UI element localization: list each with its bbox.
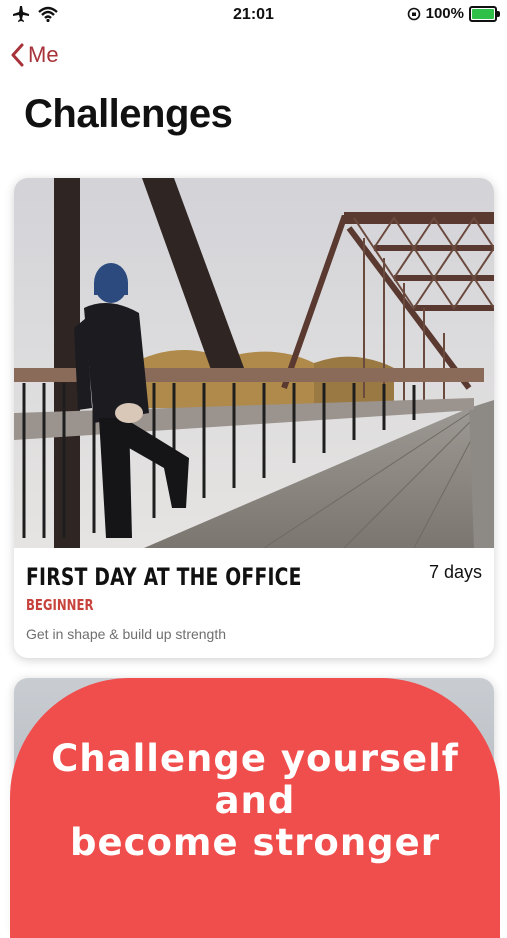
promo-line-2: and [214,779,296,822]
promo-banner: Challenge yourself and become stronger [10,678,500,938]
promo-line-1: Challenge yourself [51,737,459,780]
back-label: Me [28,42,59,67]
chevron-left-icon [11,43,24,67]
back-button[interactable]: Me [10,42,59,68]
promo-text: Challenge yourself and become stronger [10,738,500,864]
battery-charging-icon [469,5,500,22]
orientation-lock-icon [407,7,420,20]
card-duration: 7 days [428,562,482,582]
card-level-badge: BEGINNER [26,596,94,614]
card-title: FIRST DAY AT THE OFFICE [26,563,302,591]
card-description: Get in shape & build up strength [26,626,227,642]
promo-line-3: become stronger [69,821,440,864]
status-bar: 21:01 100% [0,0,507,32]
man-stretching-on-bridge-photo [14,178,494,548]
battery-percent: 100% [425,5,464,22]
status-right: 100% [407,5,500,22]
page-title: Challenges [24,92,233,136]
challenge-card[interactable]: FIRST DAY AT THE OFFICE 7 days BEGINNER … [14,178,494,658]
